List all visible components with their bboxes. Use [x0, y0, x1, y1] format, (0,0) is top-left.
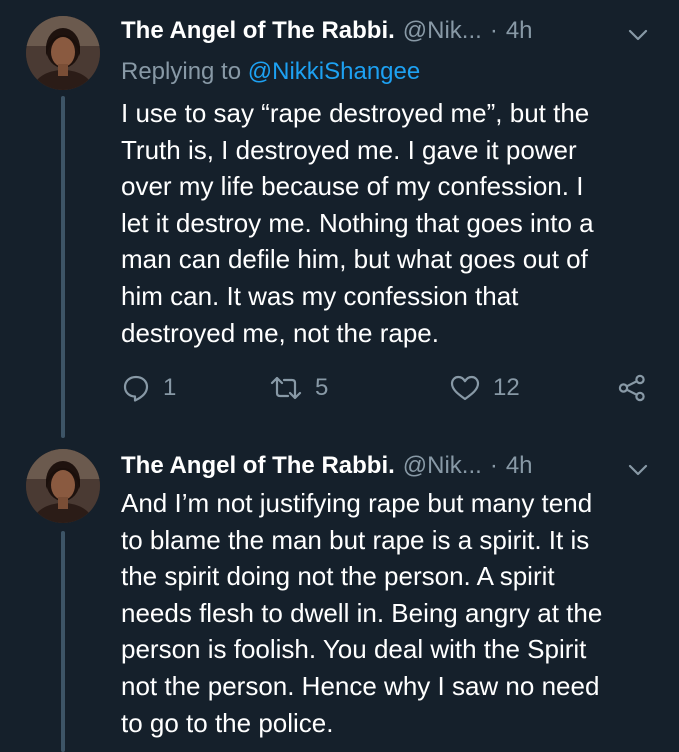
- timestamp[interactable]: 4h: [506, 16, 533, 46]
- timestamp[interactable]: 4h: [506, 451, 533, 481]
- avatar[interactable]: [26, 16, 100, 90]
- tweet-text-line: I use to say “rape destroyed me”, but th…: [121, 98, 590, 128]
- display-name[interactable]: The Angel of The Rabbi.: [121, 16, 395, 46]
- handle[interactable]: @Nik...: [403, 451, 482, 481]
- tweet-text-line: not the person. Hence why I saw no need: [121, 670, 600, 701]
- tweet-text-line: let it destroy me. Nothing that goes int…: [121, 207, 594, 238]
- separator-dot: ·: [489, 452, 498, 479]
- tweet-text-line: destroyed me, not the rape.: [121, 317, 439, 348]
- reply-button[interactable]: 1: [121, 370, 176, 406]
- tweet-text-line: to go to the police.: [121, 707, 334, 738]
- tweet-text-line: man can defile him, but what goes out of: [121, 244, 588, 275]
- tweet-text-line: Truth is, I destroyed me. I gave it powe…: [121, 134, 577, 165]
- chevron-down-icon[interactable]: [627, 457, 649, 476]
- reply-bubble-icon: [121, 373, 151, 403]
- tweet-header: The Angel of The Rabbi. @Nik... · 4h: [121, 451, 649, 481]
- thread-line: [61, 96, 65, 438]
- tweet-text-line: to blame the man but rape is a spirit. I…: [121, 524, 590, 555]
- separator-dot: ·: [489, 17, 498, 44]
- thread-line: [61, 531, 65, 752]
- tweet-text-line: needs flesh to dwell in. Being angry at …: [121, 597, 603, 628]
- replying-to: Replying to @NikkiShangee: [121, 56, 420, 88]
- retweet-button[interactable]: 5: [269, 370, 328, 406]
- mention-link[interactable]: @NikkiShangee: [248, 58, 420, 85]
- reply-count: 1: [163, 374, 177, 401]
- retweet-icon: [269, 373, 303, 403]
- tweet-text-line: him can. It was my confession that: [121, 280, 519, 311]
- chevron-down-icon[interactable]: [627, 22, 649, 41]
- tweet-text: I use to say “rape destroyed me”, but th…: [121, 95, 661, 351]
- share-button[interactable]: [617, 370, 647, 406]
- heart-icon: [449, 373, 481, 403]
- handle[interactable]: @Nik...: [403, 16, 482, 46]
- tweet-text-line: person is foolish. You deal with the Spi…: [121, 634, 587, 665]
- tweet[interactable]: The Angel of The Rabbi. @Nik... · 4h And…: [0, 440, 679, 752]
- tweet-text-line: And I’m not justifying rape but many ten…: [121, 488, 593, 518]
- like-count: 12: [493, 374, 520, 401]
- like-button[interactable]: 12: [449, 370, 520, 406]
- avatar-image: [26, 449, 100, 523]
- display-name[interactable]: The Angel of The Rabbi.: [121, 451, 395, 481]
- share-icon: [617, 373, 647, 403]
- tweet-text-line: the spirit doing not the person. A spiri…: [121, 561, 555, 592]
- tweet-header: The Angel of The Rabbi. @Nik... · 4h: [121, 16, 649, 46]
- tweet-actions: 1 5 12: [121, 370, 651, 406]
- retweet-count: 5: [315, 374, 329, 401]
- tweet-text: And I’m not justifying rape but many ten…: [121, 485, 661, 741]
- avatar[interactable]: [26, 449, 100, 523]
- tweet-text-line: over my life because of my confession. I: [121, 171, 584, 202]
- tweet[interactable]: The Angel of The Rabbi. @Nik... · 4h Rep…: [0, 0, 679, 440]
- avatar-image: [26, 16, 100, 90]
- replying-to-label: Replying to: [121, 58, 248, 85]
